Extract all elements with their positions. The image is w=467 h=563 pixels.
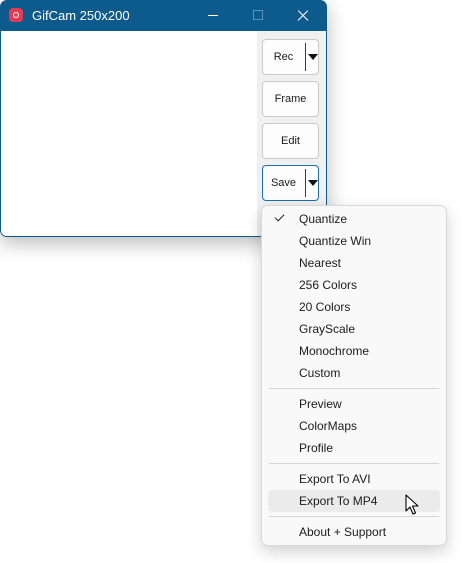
menu-item-20-colors[interactable]: 20 Colors <box>268 296 440 318</box>
menu-item-label: ColorMaps <box>299 419 358 433</box>
frame-button-label: Frame <box>274 93 307 105</box>
edit-button[interactable]: Edit <box>262 123 319 159</box>
edit-button-label: Edit <box>281 135 300 147</box>
menu-item-profile[interactable]: Profile <box>268 437 440 459</box>
menu-item-label: 20 Colors <box>299 300 351 314</box>
menu-separator <box>269 463 439 464</box>
rec-button[interactable]: Rec <box>262 39 319 75</box>
menu-item-label: Monochrome <box>299 344 370 358</box>
menu-item-label: Export To MP4 <box>299 494 378 508</box>
rec-button-label: Rec <box>273 51 294 63</box>
save-dropdown-menu: Quantize Quantize Win Nearest 256 Colors… <box>261 205 447 546</box>
menu-item-label: Nearest <box>299 256 342 270</box>
menu-item-colormaps[interactable]: ColorMaps <box>268 415 440 437</box>
capture-area[interactable] <box>1 31 257 236</box>
menu-item-label: Custom <box>299 366 341 380</box>
checkmark-icon <box>274 211 285 222</box>
menu-item-about-support[interactable]: About + Support <box>268 521 440 543</box>
menu-item-label: Quantize Win <box>299 234 372 248</box>
menu-item-label: About + Support <box>299 525 387 539</box>
save-button[interactable]: Save <box>262 165 319 201</box>
save-button-label: Save <box>270 177 297 189</box>
menu-separator <box>269 388 439 389</box>
save-dropdown-arrow-icon[interactable] <box>306 166 319 200</box>
menu-item-label: 256 Colors <box>299 278 358 292</box>
menu-item-nearest[interactable]: Nearest <box>268 252 440 274</box>
menu-item-label: Export To AVI <box>299 472 371 486</box>
rec-dropdown-arrow-icon[interactable] <box>306 40 319 74</box>
menu-separator <box>269 516 439 517</box>
mouse-pointer-icon <box>405 494 419 515</box>
gifcam-window: GifCam 250x200 Rec Frame Edit Save <box>0 0 327 237</box>
menu-item-label: GrayScale <box>299 322 356 336</box>
maximize-button[interactable] <box>234 0 280 31</box>
menu-item-label: Preview <box>299 397 342 411</box>
camera-icon <box>9 8 23 22</box>
menu-item-export-avi[interactable]: Export To AVI <box>268 468 440 490</box>
menu-item-preview[interactable]: Preview <box>268 393 440 415</box>
close-button[interactable] <box>280 0 326 31</box>
menu-item-quantize-win[interactable]: Quantize Win <box>268 230 440 252</box>
menu-item-grayscale[interactable]: GrayScale <box>268 318 440 340</box>
menu-item-custom[interactable]: Custom <box>268 362 440 384</box>
menu-item-label: Quantize <box>299 212 348 226</box>
menu-item-256-colors[interactable]: 256 Colors <box>268 274 440 296</box>
menu-item-monochrome[interactable]: Monochrome <box>268 340 440 362</box>
menu-item-quantize[interactable]: Quantize <box>268 208 440 230</box>
minimize-button[interactable] <box>190 0 236 31</box>
frame-button[interactable]: Frame <box>262 81 319 117</box>
menu-item-label: Profile <box>299 441 334 455</box>
window-title: GifCam 250x200 <box>32 8 130 23</box>
title-bar[interactable]: GifCam 250x200 <box>0 0 327 31</box>
